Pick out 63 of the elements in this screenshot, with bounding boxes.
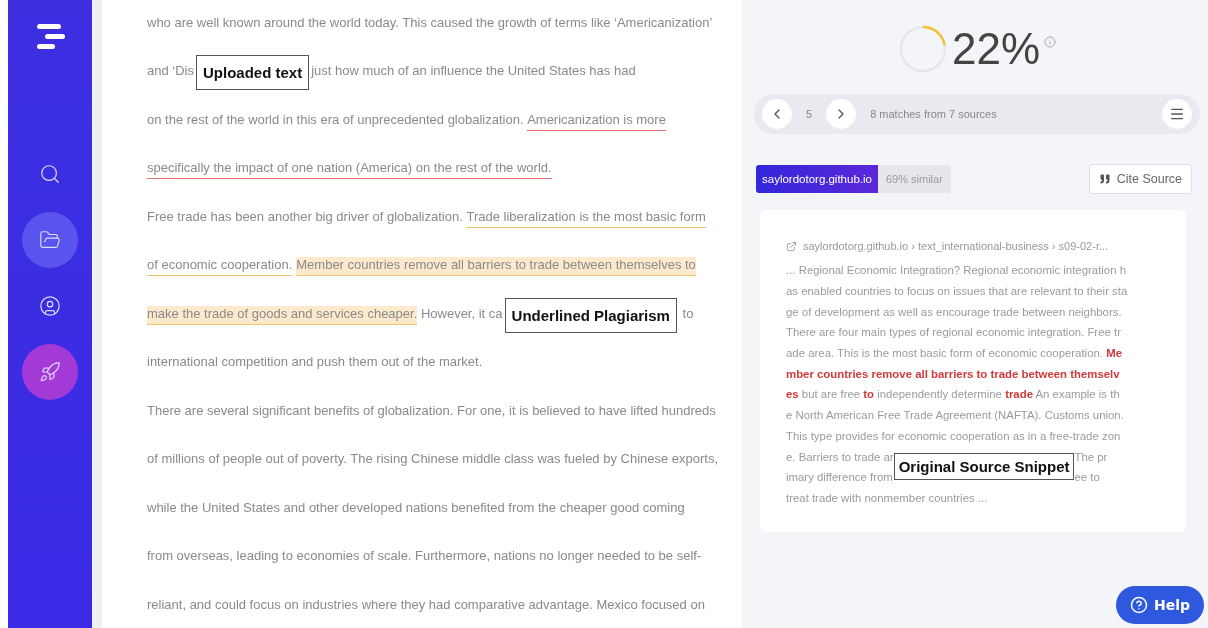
snippet-text: e. Barriers to trade ar xyxy=(786,450,894,463)
source-tag[interactable]: saylordotorg.github.io xyxy=(756,165,878,193)
annotation-label: Underlined Plagiarism xyxy=(504,297,677,333)
rocket-icon xyxy=(39,361,61,383)
matched-text: specifically the impact of one nation (America) on the rest of the world. xyxy=(147,160,552,180)
matched-text: of economic cooperation. xyxy=(147,257,293,277)
menu-button[interactable] xyxy=(1162,99,1192,129)
match-number: 5 xyxy=(806,108,813,120)
snippet-text: ade area. This is the most basic form of economic cooperation. xyxy=(786,347,1104,360)
document-text: reliant, and could focus on industries where they had comparative advantage. Mexico focused on xyxy=(147,596,705,614)
document-text: on the rest of the world in this era of unprecedented globalization. xyxy=(147,111,525,129)
snippet-text: This type provides for economic cooperation as in a free-trade zon xyxy=(786,429,1121,442)
matched-text: Americanization is more xyxy=(527,111,666,131)
snippet-text: treat trade with nonmember countries ... xyxy=(786,491,988,504)
cite-source-button[interactable]: Cite Source xyxy=(1088,164,1192,194)
matched-snippet-text: es xyxy=(786,388,799,401)
snippet-text: imary difference from xyxy=(786,471,894,484)
snippet-text: ge of development as well as encourage trade between neighbors. xyxy=(786,305,1122,318)
document-text: Free trade has been another big driver of globalization. xyxy=(147,208,464,226)
snippet-text: The pr xyxy=(1074,450,1108,463)
matched-snippet-text: trade xyxy=(1005,388,1033,401)
document-text: from overseas, leading to economies of scale. Furthermore, nations no longer needed to be self- xyxy=(147,548,702,566)
document-text: There are several significant benefits of globalization. For one, it is believed to have lifted hundreds xyxy=(147,402,716,420)
help-button[interactable]: Help xyxy=(1115,586,1204,624)
previous-button[interactable] xyxy=(762,99,792,129)
match-summary: 8 matches from 7 sources xyxy=(870,108,998,120)
search-icon xyxy=(39,163,61,185)
snippet-text: but are free xyxy=(800,388,862,401)
document-text: while the United States and other developed nations benefited from the cheaper good coming xyxy=(147,499,685,517)
help-icon xyxy=(1129,596,1148,614)
snippet-text: ee to xyxy=(1074,471,1101,484)
info-icon[interactable] xyxy=(1044,36,1057,48)
document-text: to xyxy=(681,305,694,323)
annotation-label: Uploaded text xyxy=(195,55,310,91)
user-icon xyxy=(39,295,61,317)
snippet-text: An example is th xyxy=(1034,388,1120,401)
matched-snippet-text: to xyxy=(863,388,875,401)
rocket-nav-button[interactable] xyxy=(22,344,78,400)
document-text: international competition and push them out of the market. xyxy=(147,354,483,372)
document-text: However, it ca xyxy=(419,305,503,323)
quote-icon xyxy=(1098,173,1111,185)
document-text: and ‘Dis xyxy=(147,63,194,81)
external-link-icon[interactable] xyxy=(786,240,797,252)
matched-text: make the trade of goods and services cheaper. xyxy=(147,305,418,325)
folder-icon xyxy=(39,229,61,251)
folder-nav-button[interactable] xyxy=(22,212,78,268)
matched-snippet-text: Me xyxy=(1106,347,1122,360)
snippet-text: There are four main types of regional economic integration. Free tr xyxy=(786,326,1121,339)
snippet-text: ... Regional Economic Integration? Regional economic integration h xyxy=(786,264,1127,277)
matched-snippet-text: mber countries remove all barriers to trade between themselv xyxy=(786,367,1120,380)
document-text: who are well known around the world today. This caused the growth of terms like ‘Americanization’ xyxy=(147,14,713,32)
document-text: of millions of people out of poverty. The rising Chinese middle class was fueled by Chinese exports, xyxy=(147,451,719,469)
similarity-tag: 69% similar xyxy=(877,165,951,193)
snippet-text: as enabled countries to focus on issues that are relevant to their sta xyxy=(786,285,1128,298)
matched-text: Member countries remove all barriers to trade between themselves to xyxy=(296,257,696,277)
annotation-label: Original Source Snippet xyxy=(893,453,1075,481)
snippet-text: independently determine xyxy=(876,388,1003,401)
menu-icon xyxy=(1169,106,1185,122)
snippet-text: e North American Free Trade Agreement (NAFTA). Customs union. xyxy=(786,409,1124,422)
next-button[interactable] xyxy=(826,99,857,129)
document-text: just how much of an influence the United States has had xyxy=(311,63,636,81)
matched-text: Trade liberalization is the most basic form xyxy=(466,208,706,228)
similarity-score: 22% xyxy=(951,24,1041,74)
